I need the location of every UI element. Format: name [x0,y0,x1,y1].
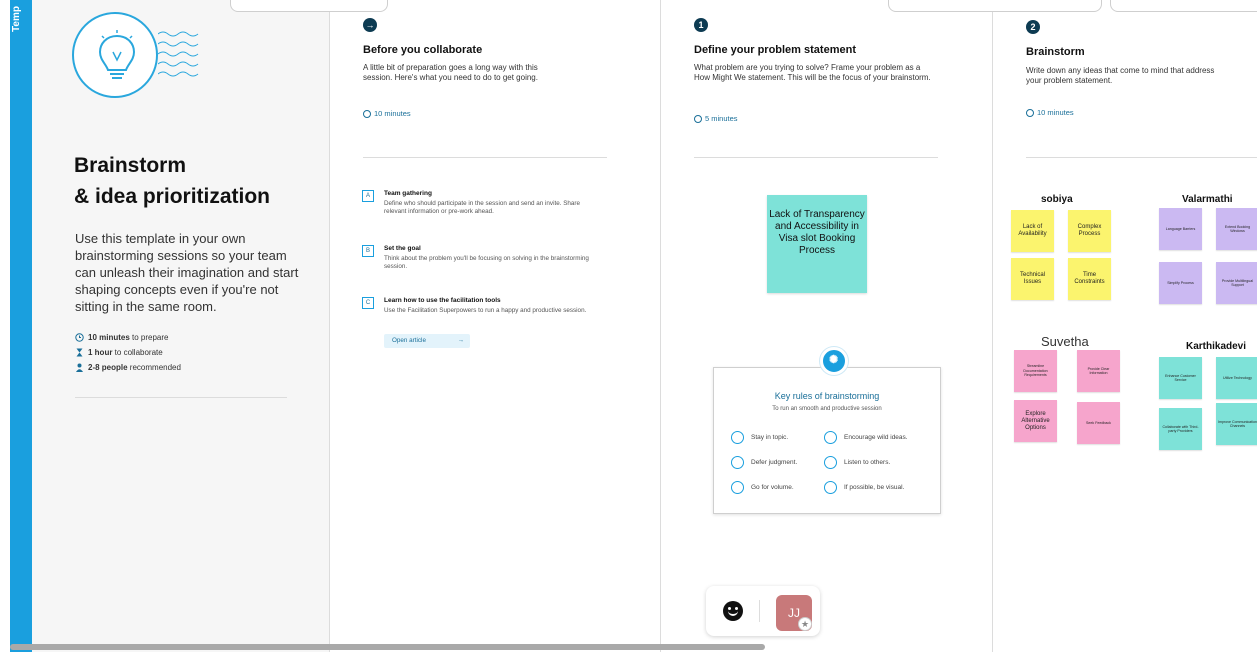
prep-item-title: Learn how to use the facilitation tools [384,297,501,304]
rule-item: Defer judgment. [731,456,797,469]
brainstorm-timer: 10 minutes [1026,108,1074,117]
prep-column [331,0,661,652]
brainstorm-column [994,0,1257,652]
sticky-note[interactable]: Simplify Process [1159,262,1202,304]
prep-item-title: Set the goal [384,245,421,252]
prep-letter-c: C [362,297,374,309]
hourglass-icon [75,348,84,357]
lightbulb-icon [98,30,136,79]
template-side-label: Temp [11,6,22,32]
prep-description: A little bit of preparation goes a long … [363,63,538,82]
template-side-strip [10,0,32,652]
lightbulb-illustration [72,12,158,98]
sticky-note[interactable]: Lack of Availability [1011,210,1054,252]
rules-subtitle: To run an smooth and productive session [772,406,882,412]
person-icon [75,363,84,372]
eye-icon [824,481,837,494]
top-frame-box[interactable] [888,0,1102,12]
meta-people: 2-8 people recommended [75,363,181,372]
intro-description: Use this template in your own brainstorm… [75,231,299,314]
sticky-note[interactable]: Technical Issues [1011,258,1054,300]
rules-title: Key rules of brainstorming [774,391,880,401]
top-frame-box[interactable] [230,0,388,12]
sticky-note[interactable]: Provide Clear Information [1077,350,1120,392]
prep-item-desc: Define who should participate in the ses… [384,200,581,215]
prep-item-title: Team gathering [384,190,432,197]
rule-item: Stay in topic. [731,431,788,444]
brain-icon: ✺ [829,354,839,366]
define-timer: 5 minutes [694,114,738,123]
canvas-board[interactable]: Temp Brainstorm & idea prioritization Us… [0,0,1257,652]
step-badge-prep: → [363,18,377,32]
brainstorm-description: Write down any ideas that come to mind t… [1026,66,1215,85]
prep-title: Before you collaborate [363,44,483,56]
sticky-note[interactable]: Seek Feedback [1077,402,1120,444]
emoji-reaction-icon[interactable] [723,601,743,621]
step-badge-brainstorm: 2 [1026,20,1040,34]
page-title: Brainstorm & idea prioritization [74,154,271,208]
clock-icon [1026,108,1034,117]
sticky-note[interactable]: Utilize Technology [1216,357,1257,399]
sticky-note[interactable]: Improve Communication Channels [1216,403,1257,445]
sticky-note[interactable]: Explore Alternative Options [1014,400,1057,442]
rule-item: Encourage wild ideas. [824,431,908,444]
sticky-note[interactable]: Extend Booking Windows [1216,208,1257,250]
pause-icon [731,456,744,469]
step-badge-define: 1 [694,18,708,32]
target-icon [731,431,744,444]
prep-item-desc: Think about the problem you'll be focusi… [384,255,589,270]
group-owner-name: sobiya [1041,194,1073,205]
lightbulb-icon [824,431,837,444]
toolbar-divider [759,600,760,622]
problem-statement-note[interactable]: Lack of Transparency and Accessibility i… [767,195,867,293]
group-owner-name: Suvetha [1041,334,1089,349]
rule-item: Go for volume. [731,481,794,494]
clock-icon [363,109,371,118]
clock-icon [694,114,702,123]
sticky-note[interactable]: Time Constraints [1068,258,1111,300]
clock-icon [75,333,84,342]
sticky-note[interactable]: Collaborate with Third-party Providers [1159,408,1202,450]
sticky-note[interactable]: Streamline Documentation Requirements [1014,350,1057,392]
rule-item: If possible, be visual. [824,481,904,494]
rule-item: Listen to others. [824,456,890,469]
prep-letter-a: A [362,190,374,202]
prep-timer: 10 minutes [363,109,411,118]
stack-icon [731,481,744,494]
open-article-button[interactable]: Open article → [384,334,470,348]
intro-divider [75,397,287,398]
horizontal-scrollbar[interactable] [10,644,765,650]
sticky-note[interactable]: Complex Process [1068,210,1111,252]
group-owner-name: Valarmathi [1182,194,1233,205]
meta-collaborate: 1 hour to collaborate [75,348,163,357]
arrow-right-icon: → [457,337,464,344]
meta-prepare: 10 minutes to prepare [75,333,169,342]
wave-decoration-icon [158,31,199,77]
define-description: What problem are you trying to solve? Fr… [694,63,931,82]
star-icon: ★ [798,617,812,631]
define-divider [694,157,938,158]
ear-icon [824,456,837,469]
define-column [662,0,993,652]
brainstorm-title: Brainstorm [1026,46,1085,58]
define-title: Define your problem statement [694,44,856,56]
sticky-note[interactable]: Provide Multilingual Support [1216,262,1257,304]
top-frame-box[interactable] [1110,0,1257,12]
group-owner-name: Karthikadevi [1186,341,1247,352]
intro-column [32,0,330,652]
prep-divider [363,157,607,158]
sticky-note[interactable]: Language Barriers [1159,208,1202,250]
prep-item-desc: Use the Facilitation Superpowers to run … [384,307,587,314]
prep-letter-b: B [362,245,374,257]
sticky-note[interactable]: Enhance Customer Service [1159,357,1202,399]
brainstorm-divider [1026,157,1257,158]
rules-badge: ✺ [820,347,848,375]
